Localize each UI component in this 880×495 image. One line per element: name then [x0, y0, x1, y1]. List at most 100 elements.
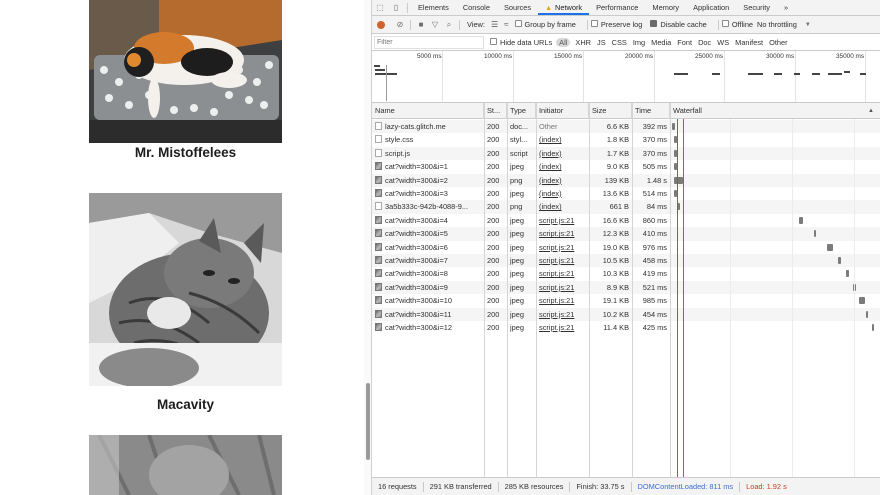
table-row[interactable]: cat?width=300&i=6 200 jpeg script.js:21 19.0… — [372, 241, 880, 254]
preserve-log-checkbox[interactable] — [590, 20, 598, 27]
table-row[interactable]: 3a5b333c-942b-4088-9... 200 png (index) 661 … — [372, 200, 880, 214]
filter-type-font[interactable]: Font — [674, 38, 695, 47]
table-row[interactable]: cat?width=300&i=10 200 jpeg script.js:21 19.… — [372, 294, 880, 307]
hide-data-urls-checkbox[interactable] — [490, 37, 497, 45]
tab-security[interactable]: Security — [736, 0, 777, 15]
request-initiator: script.js:21 — [536, 294, 589, 307]
table-row[interactable]: script.js 200 script (index) 1.7 KB 370 ms — [372, 146, 880, 161]
chevron-down-icon[interactable]: ▼ — [801, 22, 815, 28]
table-row[interactable]: cat?width=300&i=1 200 jpeg (index) 9.0 KB 505… — [372, 160, 880, 173]
overview-marker — [386, 65, 387, 101]
filter-type-xhr[interactable]: XHR — [572, 38, 594, 47]
request-size: 9.0 KB — [606, 162, 629, 172]
filter-type-media[interactable]: Media — [648, 38, 674, 47]
initiator-link[interactable]: (index) — [539, 162, 562, 171]
table-row[interactable]: lazy-cats.glitch.me 200 doc... Other 6.6 KB 3… — [372, 120, 880, 134]
col-time[interactable]: Time — [632, 103, 670, 119]
tab-console[interactable]: Console — [456, 0, 497, 15]
filter-type-all[interactable]: All — [556, 37, 571, 47]
column-divider — [484, 103, 485, 477]
filter-type-manifest[interactable]: Manifest — [732, 38, 766, 47]
throttling-select[interactable]: No throttling — [757, 20, 797, 29]
group-by-frame-checkbox[interactable] — [514, 20, 522, 27]
request-time: 976 ms — [642, 242, 667, 252]
tab-elements[interactable]: Elements — [411, 0, 456, 15]
initiator-link[interactable]: script.js:21 — [539, 296, 574, 305]
request-status: 200 — [487, 242, 500, 252]
initiator-link[interactable]: (index) — [539, 202, 562, 211]
waterfall-bar — [865, 310, 869, 318]
table-row[interactable]: cat?width=300&i=9 200 jpeg script.js:21 8.9 … — [372, 280, 880, 295]
cat-card-3 — [89, 435, 282, 495]
table-row[interactable]: cat?width=300&i=12 200 jpeg script.js:21 11.… — [372, 321, 880, 334]
offline-checkbox[interactable] — [721, 20, 729, 27]
request-size: 1.8 KB — [606, 135, 629, 145]
filter-type-css[interactable]: CSS — [609, 38, 630, 47]
col-waterfall[interactable]: Waterfall — [670, 103, 880, 119]
overview-icon[interactable]: ≈ — [504, 20, 508, 29]
request-initiator: (index) — [536, 174, 589, 187]
inspect-element-icon[interactable]: ⬚ — [372, 0, 388, 15]
filter-type-other[interactable]: Other — [766, 38, 790, 47]
col-status[interactable]: St... — [484, 103, 507, 119]
overview-bar — [374, 65, 380, 67]
initiator-link[interactable]: script.js:21 — [539, 310, 574, 319]
initiator-link[interactable]: (index) — [539, 189, 562, 198]
initiator-link[interactable]: (index) — [539, 149, 562, 158]
initiator-link[interactable]: script.js:21 — [539, 243, 574, 252]
web-page: Mr. Mistoffelees Macavity — [0, 0, 364, 495]
filter-icon[interactable]: ▽ — [428, 20, 442, 29]
table-row[interactable]: cat?width=300&i=11 200 jpeg script.js:21 10.… — [372, 307, 880, 321]
tab-sources[interactable]: Sources — [497, 0, 538, 15]
network-overview[interactable]: 5000 ms 10000 ms 15000 ms 20000 ms 25000… — [372, 51, 880, 103]
table-row[interactable]: style.css 200 styl... (index) 1.8 KB 370 ms — [372, 133, 880, 146]
cat-photo-tabby — [89, 193, 282, 386]
disable-cache-checkbox[interactable] — [650, 20, 658, 27]
more-tabs-button[interactable]: » — [777, 0, 795, 15]
request-time: 860 ms — [642, 215, 667, 225]
initiator-link[interactable]: script.js:21 — [539, 256, 574, 265]
initiator-link[interactable]: script.js:21 — [539, 283, 574, 292]
table-row[interactable]: cat?width=300&i=2 200 png (index) 139 KB 1.48… — [372, 173, 880, 187]
col-name[interactable]: Name — [372, 103, 484, 119]
tab-network[interactable]: ▲ Network — [538, 0, 590, 15]
tab-memory[interactable]: Memory — [645, 0, 686, 15]
initiator-link[interactable]: script.js:21 — [539, 269, 574, 278]
column-divider — [632, 103, 633, 477]
initiator-link[interactable]: (index) — [539, 135, 562, 144]
initiator-link[interactable]: script.js:21 — [539, 323, 574, 332]
request-time: 985 ms — [642, 296, 667, 306]
table-row[interactable]: cat?width=300&i=4 200 jpeg script.js:21 16.6… — [372, 214, 880, 227]
filter-type-js[interactable]: JS — [594, 38, 609, 47]
clear-icon[interactable]: ⊘ — [393, 20, 407, 29]
col-type[interactable]: Type — [507, 103, 536, 119]
requests-table: Name St... Type Initiator Size Time Wate… — [372, 103, 880, 477]
overview-bar — [844, 71, 850, 73]
initiator-link[interactable]: (index) — [539, 176, 562, 185]
table-row[interactable]: cat?width=300&i=3 200 jpeg (index) 13.6 KB 51… — [372, 187, 880, 200]
request-name: cat?width=300&i=11 — [372, 308, 484, 321]
search-icon[interactable]: ⌕ — [442, 20, 456, 30]
col-size[interactable]: Size — [589, 103, 632, 119]
filter-type-doc[interactable]: Doc — [695, 38, 714, 47]
col-initiator[interactable]: Initiator — [536, 103, 589, 119]
filter-type-ws[interactable]: WS — [714, 38, 732, 47]
table-row[interactable]: cat?width=300&i=8 200 jpeg script.js:21 10.3… — [372, 267, 880, 280]
initiator-link[interactable]: script.js:21 — [539, 229, 574, 238]
filter-input[interactable] — [374, 35, 484, 49]
table-row[interactable]: cat?width=300&i=7 200 jpeg script.js:21 10.5… — [372, 254, 880, 268]
record-button[interactable] — [377, 20, 385, 29]
filter-type-img[interactable]: Img — [630, 38, 648, 47]
large-rows-icon[interactable]: ☰ — [491, 20, 498, 29]
request-type: jpeg — [510, 296, 524, 306]
tab-application[interactable]: Application — [686, 0, 736, 15]
capture-screenshots-icon[interactable]: ■ — [414, 20, 428, 29]
overview-tick: 30000 ms — [766, 53, 795, 60]
page-scrollbar-thumb[interactable] — [366, 383, 370, 460]
initiator-link[interactable]: script.js:21 — [539, 216, 574, 225]
overview-bar — [794, 73, 800, 75]
table-row[interactable]: cat?width=300&i=5 200 jpeg script.js:21 12.3… — [372, 227, 880, 241]
device-toolbar-icon[interactable]: ▯ — [388, 0, 404, 15]
tab-performance[interactable]: Performance — [589, 0, 645, 15]
request-size: 139 KB — [604, 175, 629, 185]
